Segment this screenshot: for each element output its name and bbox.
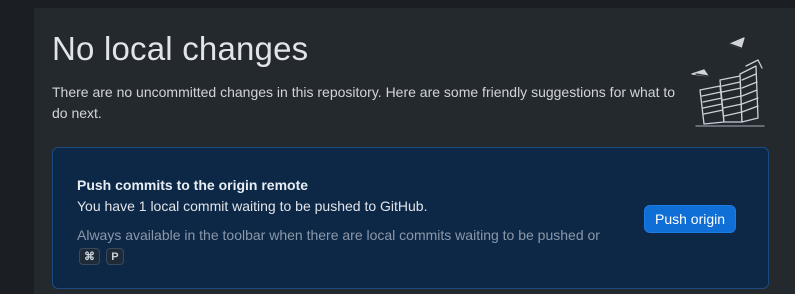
- push-commits-suggestion-card: Push commits to the origin remote You ha…: [52, 147, 769, 289]
- suggestion-title: Push commits to the origin remote: [77, 177, 309, 193]
- push-origin-button[interactable]: Push origin: [644, 205, 737, 233]
- shortcut-key-command: ⌘: [79, 248, 100, 265]
- app-window: No local changes There are no uncommitte…: [0, 0, 795, 294]
- paper-stacks-illustration-icon: [684, 30, 768, 130]
- left-border: [0, 0, 34, 294]
- suggestion-hint: Always available in the toolbar when the…: [77, 225, 617, 267]
- page-title: No local changes: [52, 30, 309, 67]
- suggestion-description: You have 1 local commit waiting to be pu…: [77, 198, 428, 214]
- shortcut-key-p: P: [105, 248, 124, 265]
- suggestion-hint-text: Always available in the toolbar when the…: [77, 227, 600, 243]
- no-changes-view: No local changes There are no uncommitte…: [34, 8, 795, 294]
- top-border: [0, 0, 795, 8]
- page-subtitle: There are no uncommitted changes in this…: [52, 84, 676, 121]
